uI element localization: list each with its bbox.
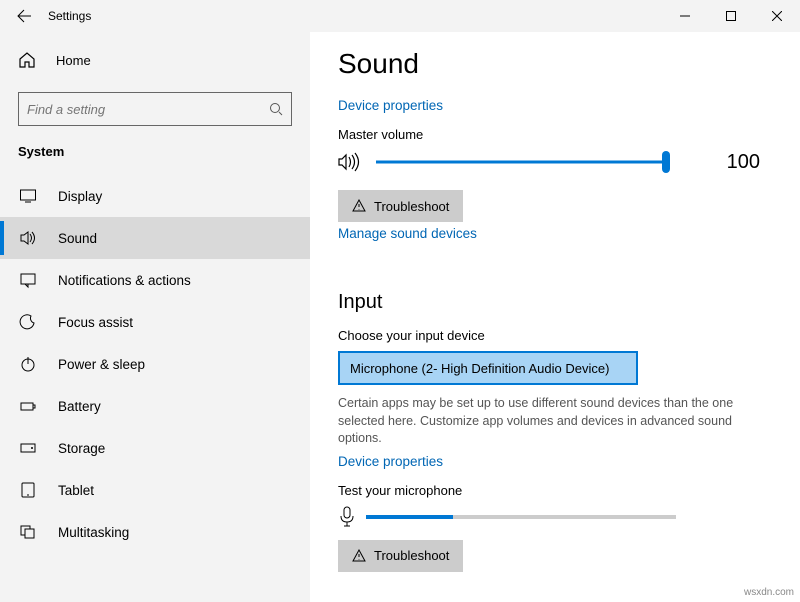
sidebar-item-label: Notifications & actions [58,273,191,288]
home-label: Home [56,53,91,68]
volume-slider[interactable] [376,150,666,174]
content-pane: Sound Device properties Master volume 10… [310,32,800,602]
input-description: Certain apps may be set up to use differ… [338,395,738,448]
manage-sound-devices-link[interactable]: Manage sound devices [338,226,477,241]
tablet-icon [18,481,38,499]
watermark: wsxdn.com [744,587,794,598]
sidebar-item-label: Battery [58,399,101,414]
selected-device: Microphone (2- High Definition Audio Dev… [350,361,609,376]
troubleshoot-input-button[interactable]: Troubleshoot [338,540,463,572]
sidebar-item-display[interactable]: Display [0,175,310,217]
sidebar-item-multitasking[interactable]: Multitasking [0,511,310,553]
mic-level-fill [366,515,453,519]
page-heading: Sound [338,48,772,80]
sidebar-item-label: Focus assist [58,315,133,330]
sound-icon [18,229,38,247]
master-volume-row: 100 [338,150,772,174]
input-device-properties-link[interactable]: Device properties [338,454,443,469]
sidebar-item-focus-assist[interactable]: Focus assist [0,301,310,343]
sidebar-item-label: Tablet [58,483,94,498]
microphone-icon [338,506,356,528]
back-button[interactable] [8,0,40,32]
button-label: Troubleshoot [374,548,449,563]
test-mic-label: Test your microphone [338,483,772,498]
multitasking-icon [18,523,38,541]
power-icon [18,355,38,373]
sidebar-item-sound[interactable]: Sound [0,217,310,259]
sidebar-item-label: Multitasking [58,525,129,540]
slider-thumb[interactable] [662,151,670,173]
input-device-select[interactable]: Microphone (2- High Definition Audio Dev… [338,351,638,385]
maximize-button[interactable] [708,0,754,32]
mic-test-row [338,506,772,528]
storage-icon [18,439,38,457]
slider-fill [376,161,666,164]
volume-value: 100 [710,151,760,174]
warning-icon [352,549,366,563]
sidebar: Home System Display Sound Notifications … [0,32,310,602]
window-title: Settings [40,9,91,23]
sidebar-item-power[interactable]: Power & sleep [0,343,310,385]
search-input[interactable] [27,102,269,117]
sidebar-item-notifications[interactable]: Notifications & actions [0,259,310,301]
home-nav[interactable]: Home [0,40,310,80]
minimize-button[interactable] [662,0,708,32]
warning-icon [352,199,366,213]
notifications-icon [18,271,38,289]
title-bar: Settings [0,0,800,32]
speaker-icon[interactable] [338,152,362,172]
troubleshoot-output-button[interactable]: Troubleshoot [338,190,463,222]
device-properties-link[interactable]: Device properties [338,98,443,113]
home-icon [18,51,36,69]
sidebar-item-label: Storage [58,441,105,456]
focus-assist-icon [18,313,38,331]
battery-icon [18,397,38,415]
sidebar-item-label: Power & sleep [58,357,145,372]
maximize-icon [726,11,736,21]
sidebar-item-label: Sound [58,231,97,246]
sidebar-item-storage[interactable]: Storage [0,427,310,469]
mic-level-bar [366,515,676,519]
window-controls [662,0,800,32]
close-button[interactable] [754,0,800,32]
minimize-icon [680,11,690,21]
arrow-left-icon [16,8,32,24]
display-icon [18,187,38,205]
sidebar-category: System [0,134,310,165]
master-volume-label: Master volume [338,127,772,142]
choose-input-label: Choose your input device [338,328,772,343]
sidebar-item-tablet[interactable]: Tablet [0,469,310,511]
sidebar-item-label: Display [58,189,102,204]
search-box[interactable] [18,92,292,126]
button-label: Troubleshoot [374,199,449,214]
close-icon [772,11,782,21]
input-heading: Input [338,291,772,314]
search-icon [269,102,283,116]
nav-list: Display Sound Notifications & actions Fo… [0,175,310,553]
sidebar-item-battery[interactable]: Battery [0,385,310,427]
